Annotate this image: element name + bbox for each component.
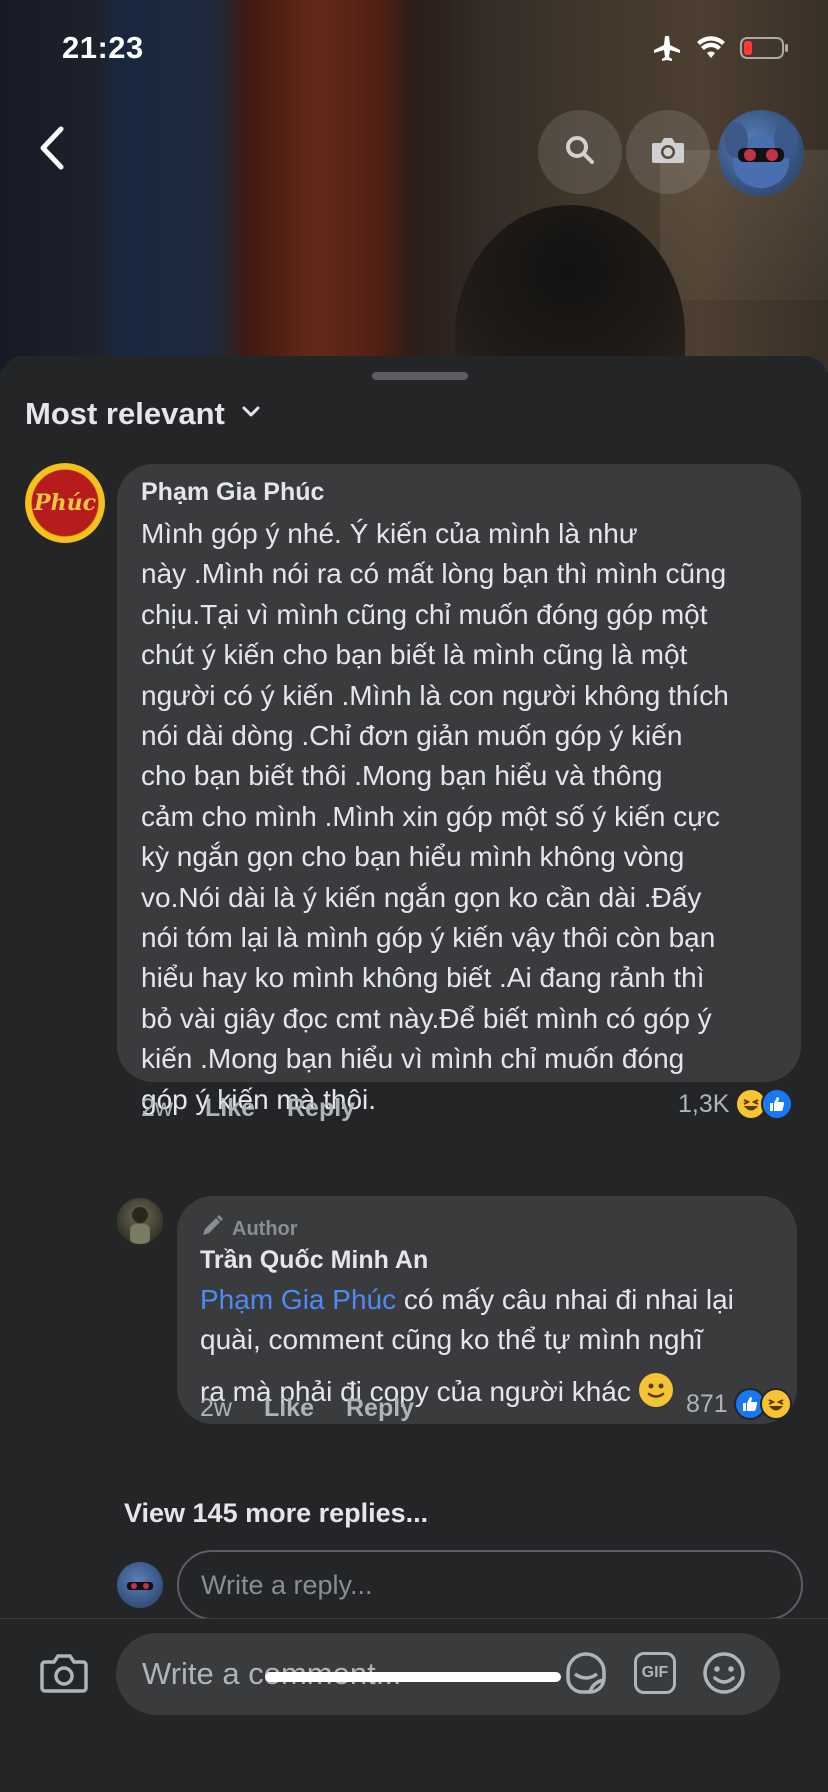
- chevron-left-icon: [37, 126, 67, 175]
- status-time: 21:23: [62, 30, 144, 65]
- reaction-count: 1,3K: [678, 1089, 730, 1118]
- reply-author[interactable]: Trần Quốc Minh An: [200, 1246, 428, 1275]
- camera-button[interactable]: [626, 110, 710, 194]
- commenter-avatar[interactable]: Phúc: [25, 463, 105, 543]
- reply-reply-button[interactable]: Reply: [346, 1394, 414, 1423]
- media-nav: [0, 110, 828, 196]
- sort-label: Most relevant: [25, 396, 225, 431]
- back-button[interactable]: [22, 120, 82, 180]
- reply-input[interactable]: Write a reply...: [177, 1550, 803, 1620]
- author-badge: Author: [200, 1214, 298, 1244]
- reply-button[interactable]: Reply: [287, 1094, 355, 1123]
- reaction-summary[interactable]: 1,3K: [678, 1088, 794, 1120]
- emoji-icon[interactable]: [700, 1649, 748, 1697]
- reply-author-avatar[interactable]: [117, 1198, 163, 1244]
- like-reaction-icon: [761, 1088, 794, 1120]
- mention-link[interactable]: Phạm Gia Phúc: [200, 1284, 396, 1315]
- view-more-replies-link[interactable]: View 145 more replies...: [124, 1498, 428, 1529]
- search-button[interactable]: [538, 110, 622, 194]
- comment-composer: Write a comment... GIF: [0, 1618, 828, 1792]
- search-icon: [564, 134, 596, 171]
- home-indicator: [265, 1672, 561, 1682]
- slight-smile-emoji-icon: [638, 1372, 673, 1407]
- chevron-down-icon: [241, 405, 261, 424]
- pencil-icon: [200, 1214, 224, 1244]
- reply-time: 2w: [200, 1394, 232, 1422]
- my-avatar: [117, 1562, 163, 1608]
- reply-like-button[interactable]: Like: [264, 1394, 314, 1423]
- camera-icon: [39, 1652, 89, 1699]
- camera-icon: [650, 135, 686, 170]
- comment-time: 2w: [141, 1094, 173, 1122]
- reply-reaction-count: 871: [686, 1389, 728, 1418]
- reply-actions: 2w Like Reply: [200, 1394, 414, 1423]
- comment-author[interactable]: Phạm Gia Phúc: [141, 478, 324, 507]
- sort-dropdown[interactable]: Most relevant: [25, 396, 261, 432]
- reply-reaction-summary[interactable]: 871: [686, 1388, 792, 1420]
- sheet-grabber[interactable]: [372, 372, 468, 380]
- haha-reaction-icon: [759, 1388, 792, 1420]
- like-button[interactable]: Like: [205, 1094, 255, 1123]
- comment-actions: 2w Like Reply: [141, 1094, 355, 1123]
- author-badge-label: Author: [232, 1217, 298, 1240]
- reply-input-placeholder: Write a reply...: [201, 1569, 373, 1600]
- profile-avatar[interactable]: [718, 110, 804, 196]
- status-bar: 21:23: [0, 0, 828, 100]
- attach-photo-button[interactable]: [36, 1647, 92, 1703]
- battery-low-icon: [740, 36, 790, 60]
- sticker-icon[interactable]: [562, 1649, 610, 1697]
- comment-body: Mình góp ý nhé. Ý kiến của mình là như n…: [141, 518, 729, 1115]
- airplane-mode-icon: [652, 34, 682, 62]
- wifi-icon: [696, 36, 726, 60]
- gif-button[interactable]: GIF: [634, 1652, 676, 1694]
- reply-body: Phạm Gia Phúc có mấy câu nhai đi nhai lạ…: [200, 1284, 734, 1407]
- comments-sheet: Most relevant Phúc Phạm Gia Phúc Mình gó…: [0, 356, 828, 1792]
